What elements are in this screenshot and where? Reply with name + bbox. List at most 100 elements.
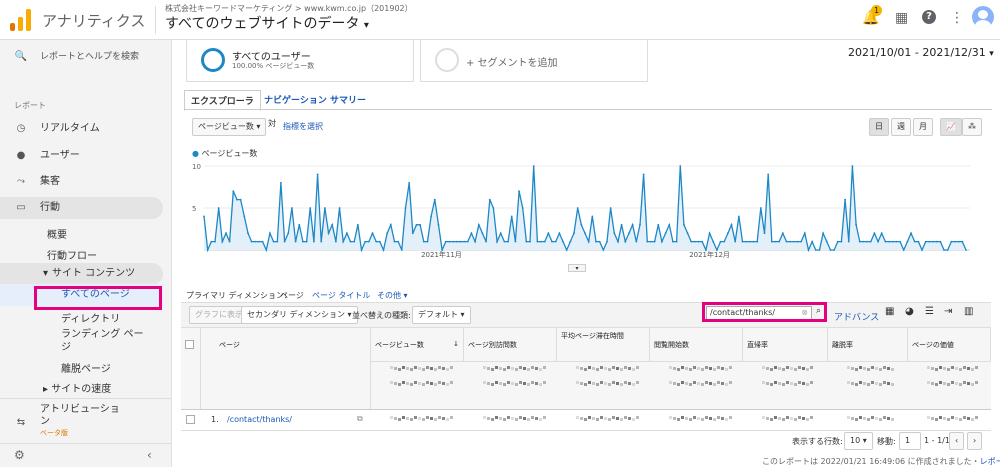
period-month-button[interactable]: 月: [913, 118, 933, 136]
redacted-value: [669, 366, 734, 376]
line-chart-icon[interactable]: 📈: [940, 118, 962, 136]
row-page-link[interactable]: /contact/thanks/: [227, 415, 292, 424]
date-range-picker[interactable]: 2021/10/01 - 2021/12/31 ▾: [848, 46, 994, 59]
sidebar-item-behavior[interactable]: ▭ 行動: [0, 197, 163, 219]
redacted-value: [669, 416, 734, 426]
row-checkbox[interactable]: [186, 415, 195, 424]
help-icon[interactable]: ?: [922, 10, 936, 24]
graph-button[interactable]: グラフに表示: [189, 306, 249, 324]
collapse-chevron-icon[interactable]: ‹: [147, 448, 152, 462]
segment-ring-icon: [201, 48, 225, 72]
data-point: [946, 249, 949, 251]
sidebar-sub-overview[interactable]: 概要: [47, 226, 67, 241]
col-header-bounce[interactable]: 直帰率: [743, 328, 828, 361]
sidebar-sub-speed[interactable]: ▸ サイトの速度: [43, 380, 111, 395]
data-point: [342, 240, 345, 243]
behavior-icon: ▭: [16, 202, 26, 213]
data-point: [631, 223, 634, 226]
col-header-label: ページビュー数: [375, 341, 424, 349]
more-vert-icon[interactable]: ⋮: [950, 10, 964, 26]
data-point: [375, 240, 378, 243]
secondary-dimension-select[interactable]: セカンダリ ディメンション ▾: [241, 306, 358, 324]
data-point: [748, 240, 751, 243]
gear-icon[interactable]: ⚙: [14, 448, 25, 462]
dimension-page-title[interactable]: ページ タイトル: [312, 290, 370, 301]
data-point: [305, 240, 308, 243]
motion-chart-icon[interactable]: ⁂: [962, 118, 982, 136]
data-point: [488, 198, 491, 201]
col-header-pageviews[interactable]: ページビュー数 ↓: [371, 328, 464, 361]
sidebar-item-users[interactable]: ● ユーザー: [0, 145, 163, 167]
open-page-icon[interactable]: ⧉: [357, 414, 363, 424]
data-point: [448, 240, 451, 243]
segment-all-users[interactable]: すべてのユーザー 100.00% ページビュー数: [186, 40, 414, 82]
highlight-box-filter: [702, 302, 827, 322]
person-icon: ●: [16, 150, 26, 161]
avatar[interactable]: [972, 6, 994, 28]
prev-page-button[interactable]: ‹: [949, 432, 965, 450]
col-header-avg-time[interactable]: 平均ページ滞在時間: [557, 328, 650, 361]
data-point: [210, 240, 213, 243]
period-day-button[interactable]: 日: [869, 118, 889, 136]
data-point: [243, 215, 246, 218]
data-point: [584, 232, 586, 235]
tab-explorer[interactable]: エクスプローラ: [184, 90, 261, 111]
sidebar-item-attribution[interactable]: ⇆ アトリビューション ベータ版: [0, 404, 163, 440]
select-all-checkbox[interactable]: [185, 340, 194, 349]
table-view-icon[interactable]: ▦: [885, 306, 894, 317]
data-point: [939, 240, 942, 243]
data-point: [294, 240, 297, 243]
data-point: [683, 223, 685, 226]
add-segment-button[interactable]: + セグメントを追加: [420, 40, 648, 82]
bar-view-icon[interactable]: ☰: [925, 306, 934, 317]
sidebar-search[interactable]: 🔍 レポートとヘルプを検索: [0, 46, 163, 68]
advanced-filter-link[interactable]: アドバンス: [834, 310, 879, 323]
sidebar-item-realtime[interactable]: ◷ リアルタイム: [0, 118, 163, 140]
select-metric-link[interactable]: 指標を選択: [283, 121, 323, 132]
next-page-button[interactable]: ›: [967, 432, 983, 450]
col-header-exit[interactable]: 離脱率: [828, 328, 908, 361]
col-header-entrances[interactable]: 閲覧開始数: [650, 328, 743, 361]
goto-input[interactable]: 1: [899, 432, 921, 450]
col-header-page[interactable]: ページ: [201, 328, 371, 409]
period-week-button[interactable]: 週: [891, 118, 911, 136]
data-point: [921, 249, 923, 251]
apps-grid-icon[interactable]: ▦: [895, 10, 908, 26]
compare-view-icon[interactable]: ⇥: [944, 306, 952, 317]
sidebar-sub-landing[interactable]: ランディング ページ: [61, 328, 151, 354]
data-point: [840, 240, 843, 243]
data-point: [265, 249, 268, 251]
data-point: [807, 249, 810, 251]
dimension-other[interactable]: その他 ▾: [377, 290, 408, 301]
data-point: [316, 173, 319, 176]
data-point: [664, 232, 667, 235]
pie-view-icon[interactable]: ◕: [905, 306, 914, 317]
rows-value: 10: [850, 436, 861, 445]
sidebar-sub-exit[interactable]: 離脱ページ: [61, 360, 111, 375]
x-tick-label: 2021年11月: [421, 250, 462, 258]
sort-type-select[interactable]: デフォルト ▾: [412, 306, 471, 324]
data-point: [792, 240, 795, 243]
tab-navigation-summary[interactable]: ナビゲーション サマリー: [264, 93, 366, 106]
redacted-value: [390, 381, 455, 391]
data-point: [913, 240, 916, 243]
chevron-right-icon: ▸: [43, 384, 49, 395]
data-point: [291, 207, 293, 209]
metric-selector[interactable]: ページビュー数 ▾: [192, 118, 267, 136]
col-header-value[interactable]: ページの価値: [908, 328, 991, 361]
sidebar-item-acquisition[interactable]: ⤳ 集客: [0, 171, 163, 193]
sidebar-sub-directory[interactable]: ディレクトリ: [61, 310, 120, 325]
view-selector[interactable]: すべてのウェブサイトのデータ ▾: [165, 13, 369, 33]
refresh-link[interactable]: レポートを更新: [980, 457, 1000, 466]
data-point: [334, 240, 337, 243]
data-point: [419, 223, 422, 226]
analytics-logo-icon: [10, 9, 32, 31]
data-point: [214, 240, 216, 243]
sidebar-sub-flow[interactable]: 行動フロー: [47, 247, 97, 262]
pivot-view-icon[interactable]: ▥: [964, 306, 973, 317]
chart-resize-handle[interactable]: ▾: [568, 264, 586, 272]
col-header-unique[interactable]: ページ別訪問数: [464, 328, 557, 361]
sidebar-item-site-content[interactable]: ▾ サイト コンテンツ: [0, 263, 163, 285]
data-point: [653, 240, 656, 243]
rows-select[interactable]: 10 ▾: [844, 432, 873, 450]
